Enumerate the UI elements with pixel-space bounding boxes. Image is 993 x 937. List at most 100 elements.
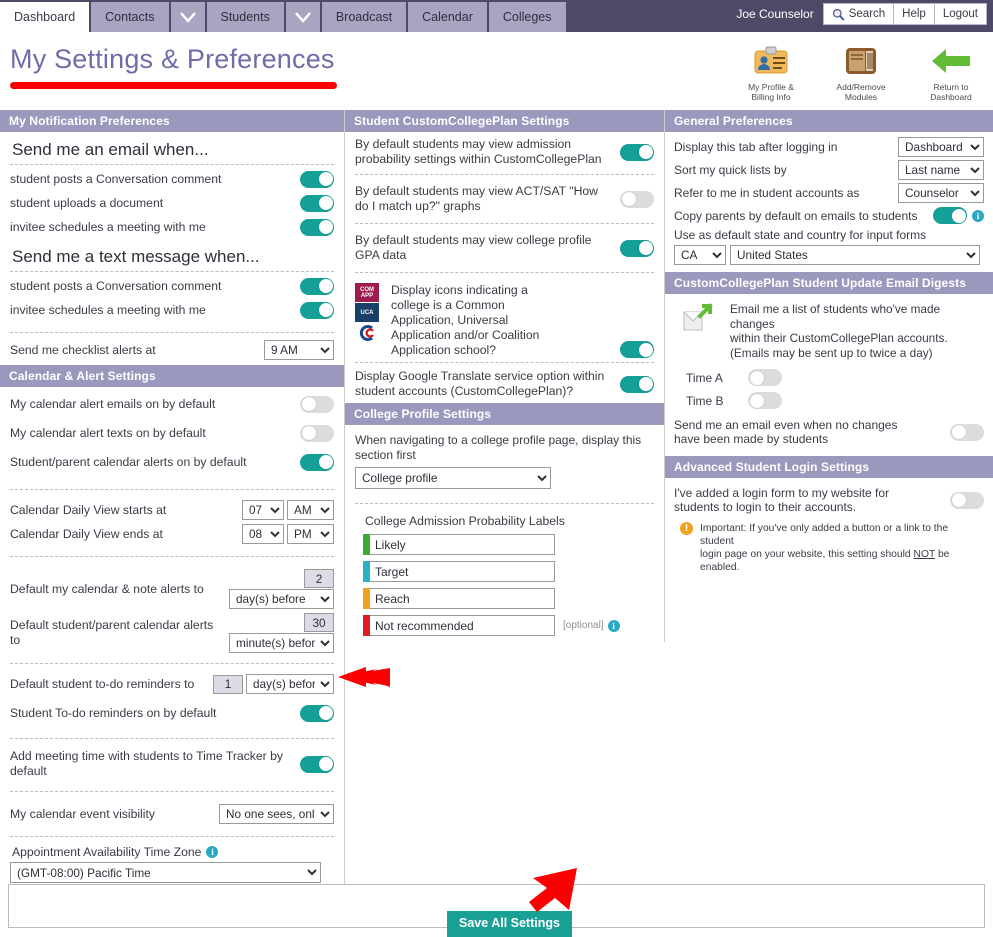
row-label: invitee schedules a meeting with me xyxy=(10,302,206,317)
probability-label-row-reach xyxy=(363,588,654,609)
toggle-google-translate[interactable] xyxy=(620,375,654,393)
note-line-2a: login page on your website, this setting… xyxy=(700,549,914,560)
info-icon[interactable]: i xyxy=(206,846,219,858)
toggle-email-no-changes[interactable] xyxy=(950,423,984,441)
college-profile-section-select[interactable]: College profile xyxy=(355,467,551,489)
toggle-admission-probability[interactable] xyxy=(620,143,654,161)
search-button[interactable]: Search xyxy=(822,3,895,25)
checklist-alerts-time-select[interactable]: 9 AM xyxy=(264,340,334,360)
nav-tab-contacts[interactable]: Contacts xyxy=(91,2,169,32)
nav-tab-colleges[interactable]: Colleges xyxy=(488,2,566,32)
toggle-time-tracker[interactable] xyxy=(300,755,334,773)
timezone-select[interactable]: (GMT-08:00) Pacific Time xyxy=(10,862,321,883)
my-profile-billing-info-button[interactable]: My Profile & Billing Info xyxy=(737,42,805,102)
daily-start-hour-select[interactable]: 07 xyxy=(242,500,284,520)
nav-tab-calendar[interactable]: Calendar xyxy=(408,2,487,32)
toggle-calendar-alert-texts[interactable] xyxy=(300,424,334,442)
search-icon xyxy=(832,8,845,21)
toggle-student-todo-reminders[interactable] xyxy=(300,704,334,722)
profile-card-icon xyxy=(737,42,805,80)
ccp-row-google-translate[interactable]: Display Google Translate service option … xyxy=(355,365,654,403)
toggle-act-sat-graphs[interactable] xyxy=(620,190,654,208)
digest-no-changes-row[interactable]: Send me an email even when no changes ha… xyxy=(674,412,984,456)
toggle-email-document[interactable] xyxy=(300,194,334,212)
toggle-copy-parents[interactable] xyxy=(933,207,967,224)
my-calendar-alert-number-input[interactable] xyxy=(304,569,334,588)
sort-quick-lists-label: Sort my quick lists by xyxy=(674,163,787,177)
back-arrow-icon xyxy=(917,42,985,80)
refer-to-me-select[interactable]: Counselor xyxy=(898,183,984,203)
general-row-default-tab: Display this tab after logging in Dashbo… xyxy=(674,132,984,157)
probability-label-input-not-recommended[interactable] xyxy=(370,615,555,636)
toggle-student-parent-alerts[interactable] xyxy=(300,453,334,471)
calendar-row-alert-texts[interactable]: My calendar alert texts on by default xyxy=(10,421,334,445)
notification-row-text-conversation[interactable]: student posts a Conversation comment xyxy=(10,274,334,298)
time-tracker-row[interactable]: Add meeting time with students to Time T… xyxy=(10,747,334,781)
nav-contacts-dropdown[interactable] xyxy=(170,2,205,32)
nav-tab-broadcast[interactable]: Broadcast xyxy=(321,2,407,32)
divider xyxy=(10,164,334,165)
return-to-dashboard-button[interactable]: Return to Dashboard xyxy=(917,42,985,102)
toggle-knob xyxy=(638,377,653,391)
nav-students-dropdown[interactable] xyxy=(285,2,320,32)
toggle-text-conversation[interactable] xyxy=(300,277,334,295)
toggle-calendar-alert-emails[interactable] xyxy=(300,395,334,413)
general-row-copy-parents[interactable]: Copy parents by default on emails to stu… xyxy=(674,203,984,224)
probability-label-input-reach[interactable] xyxy=(370,588,555,609)
student-todo-unit-select[interactable]: day(s) before xyxy=(246,674,334,694)
notification-row-email-conversation[interactable]: student posts a Conversation comment xyxy=(10,167,334,191)
student-todo-number-input[interactable] xyxy=(213,674,243,694)
warning-note-text: Important: If you've only added a button… xyxy=(700,522,976,574)
divider xyxy=(10,332,334,333)
info-icon[interactable]: i xyxy=(972,209,984,222)
calendar-row-alert-emails[interactable]: My calendar alert emails on by default xyxy=(10,387,334,421)
toggle-gpa-data[interactable] xyxy=(620,239,654,257)
calendar-row-student-parent-alerts[interactable]: Student/parent calendar alerts on by def… xyxy=(10,445,334,479)
default-tab-select[interactable]: Dashboard xyxy=(898,137,984,157)
my-calendar-alert-unit-select[interactable]: day(s) before xyxy=(229,589,334,609)
color-swatch-reach xyxy=(363,588,370,609)
general-row-refer-to-me-as: Refer to me in student accounts as Couns… xyxy=(674,180,984,203)
ccp-row-act-sat-graphs[interactable]: By default students may view ACT/SAT "Ho… xyxy=(355,177,654,221)
probability-label-input-target[interactable] xyxy=(370,561,555,582)
toggle-app-icons[interactable] xyxy=(620,341,654,358)
calendar-visibility-select[interactable]: No one sees, only me xyxy=(219,804,334,824)
probability-label-input-likely[interactable] xyxy=(370,534,555,555)
notification-row-email-meeting[interactable]: invitee schedules a meeting with me xyxy=(10,215,334,239)
add-remove-modules-button[interactable]: Add/Remove Modules xyxy=(827,42,895,102)
daily-start-ampm-select[interactable]: AM xyxy=(287,500,334,520)
logout-button[interactable]: Logout xyxy=(933,3,987,25)
help-button[interactable]: Help xyxy=(893,3,935,25)
info-icon[interactable]: i xyxy=(607,619,620,632)
notification-row-email-document[interactable]: student uploads a document xyxy=(10,191,334,215)
ccp-row-app-icons[interactable]: COM APP UCA Display icons indicating a co… xyxy=(355,275,654,360)
ccp-row-admission-probability[interactable]: By default students may view admission p… xyxy=(355,132,654,172)
ccp-row-gpa-data[interactable]: By default students may view college pro… xyxy=(355,226,654,270)
toggle-text-meeting[interactable] xyxy=(300,301,334,319)
default-country-select[interactable]: United States xyxy=(730,245,980,265)
daily-end-hour-select[interactable]: 08 xyxy=(242,524,284,544)
caption-line2: Modules xyxy=(844,92,878,102)
toggle-advanced-login-form[interactable] xyxy=(950,491,984,509)
email-digest-description: Email me a list of students who've made … xyxy=(730,302,984,360)
daily-end-ampm-select[interactable]: PM xyxy=(287,524,334,544)
toggle-time-b[interactable] xyxy=(748,392,782,409)
student-parent-alert-unit-select[interactable]: minute(s) before xyxy=(229,633,334,653)
default-state-select[interactable]: CA xyxy=(674,245,726,265)
divider xyxy=(355,223,654,224)
nav-tab-students[interactable]: Students xyxy=(206,2,284,32)
student-todo-toggle-row[interactable]: Student To-do reminders on by default xyxy=(10,696,334,730)
toggle-email-meeting[interactable] xyxy=(300,218,334,236)
student-parent-alert-number-input[interactable] xyxy=(304,613,334,632)
save-all-settings-button[interactable]: Save All Settings xyxy=(447,911,572,937)
advanced-login-toggle-row[interactable]: I've added a login form to my website fo… xyxy=(674,478,984,514)
notification-row-text-meeting[interactable]: invitee schedules a meeting with me xyxy=(10,298,334,322)
nav-tab-dashboard[interactable]: Dashboard xyxy=(0,2,90,32)
sort-quick-lists-select[interactable]: Last name xyxy=(898,160,984,180)
warning-icon: ! xyxy=(680,522,693,535)
toggle-time-a[interactable] xyxy=(748,369,782,386)
digest-time-b-row[interactable]: Time B xyxy=(674,389,984,412)
digest-time-a-row[interactable]: Time A xyxy=(674,366,984,389)
chevron-down-icon xyxy=(294,11,311,23)
toggle-email-conversation[interactable] xyxy=(300,170,334,188)
